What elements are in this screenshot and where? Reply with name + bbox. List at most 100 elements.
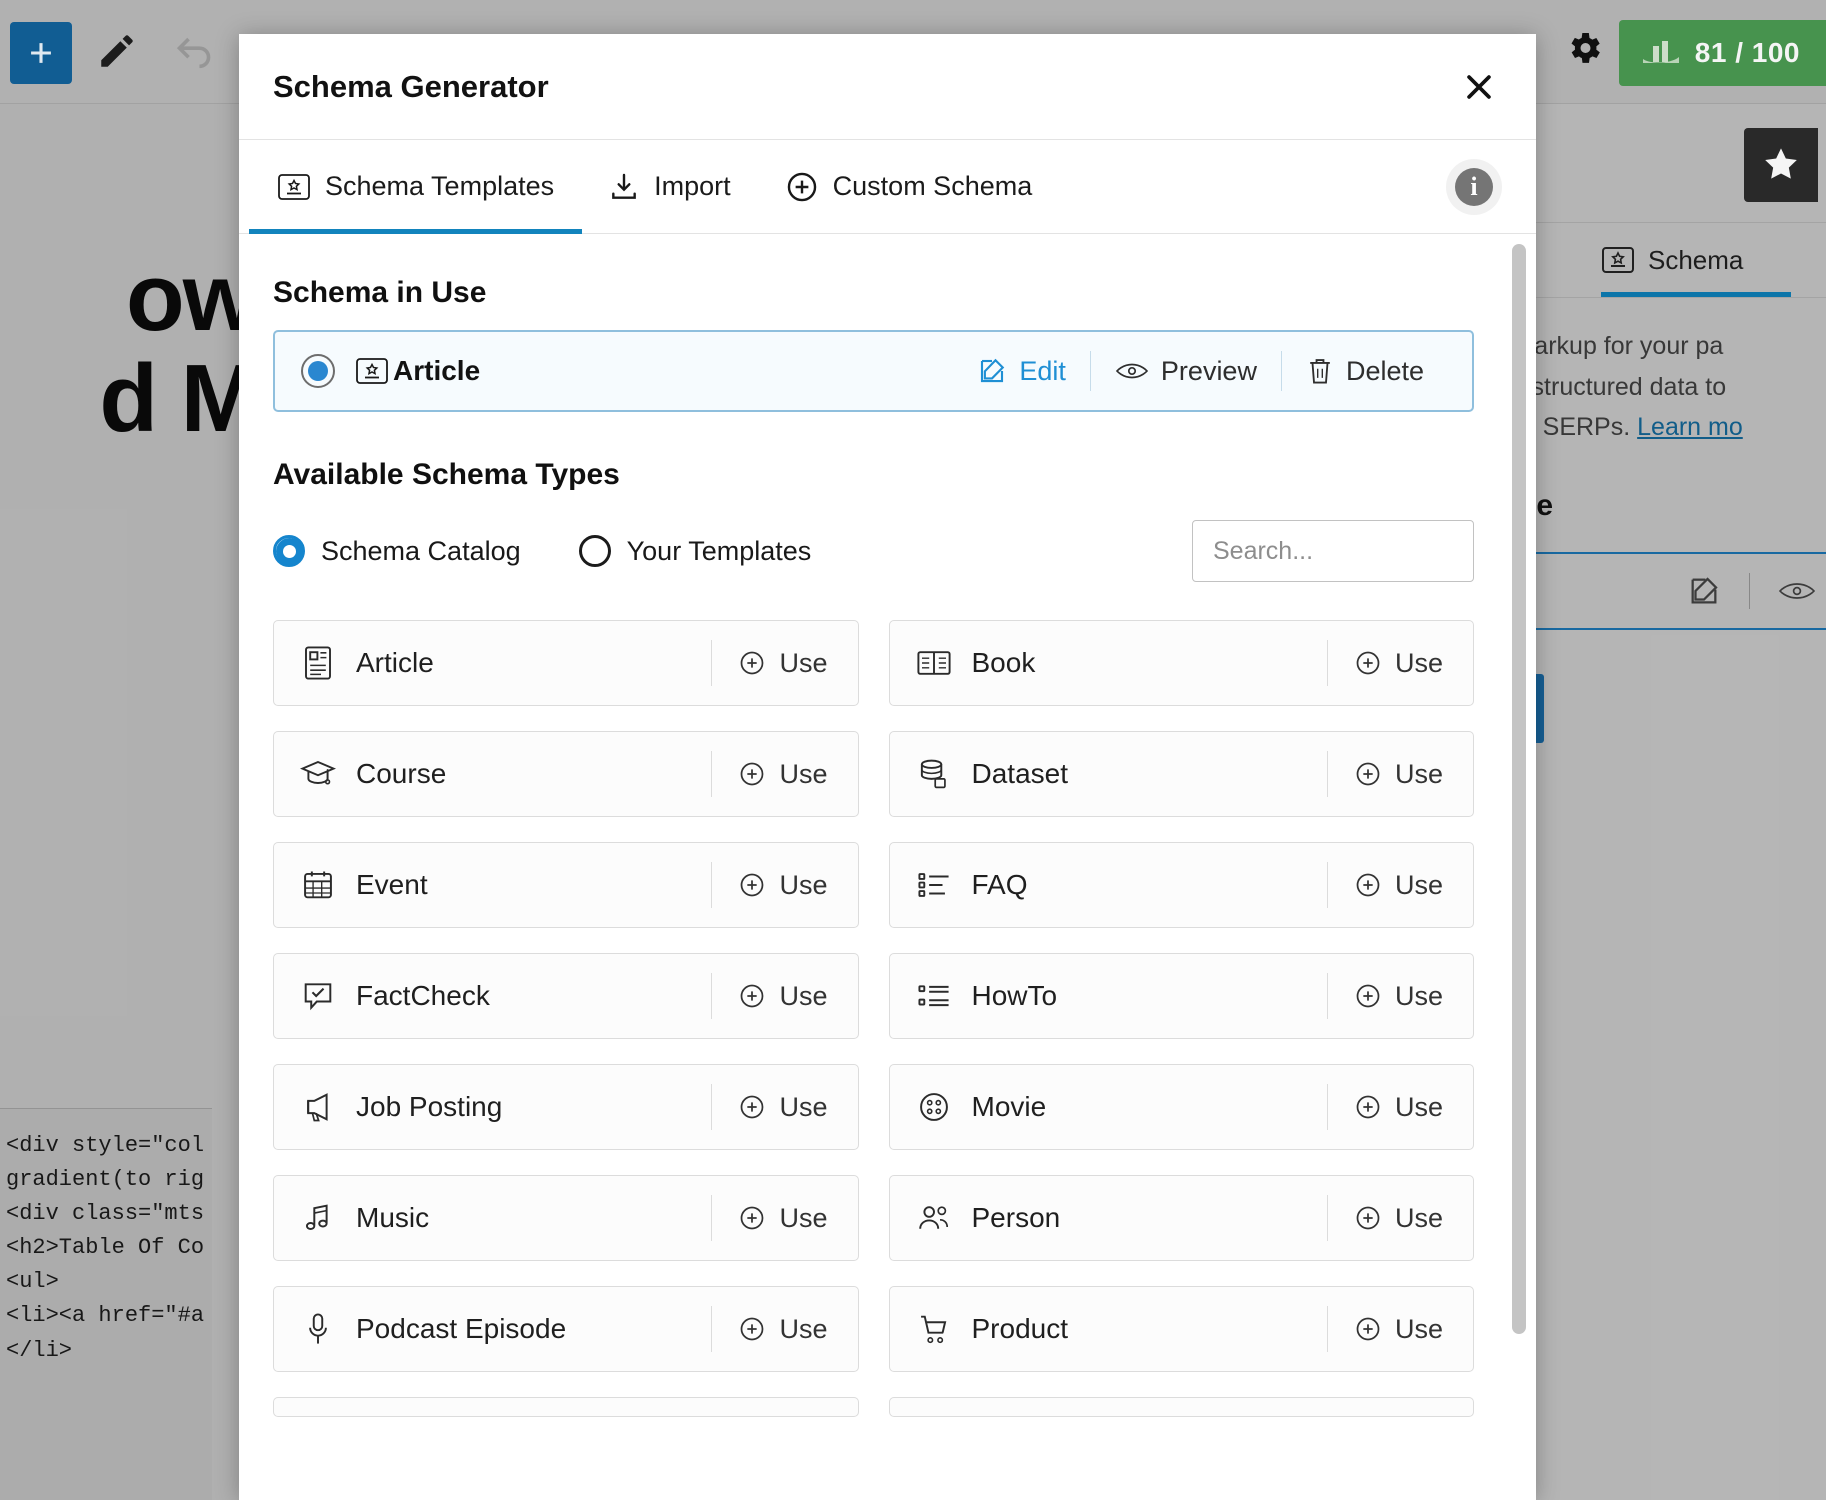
- modal-scrollbar[interactable]: [1512, 244, 1526, 1394]
- schema-type-card-book[interactable]: Book Use: [889, 620, 1475, 706]
- schema-type-card-person[interactable]: Person Use: [889, 1175, 1475, 1261]
- use-label: Use: [779, 981, 827, 1012]
- megaphone-icon: [300, 1089, 336, 1125]
- schema-type-card-course[interactable]: Course Use: [273, 731, 859, 817]
- use-button[interactable]: Use: [711, 1306, 853, 1352]
- modal-tabbar: Schema Templates Import Custom Schema i: [239, 140, 1536, 234]
- people-icon: [916, 1200, 952, 1236]
- use-button[interactable]: Use: [1327, 862, 1469, 908]
- tab-custom-schema[interactable]: Custom Schema: [785, 140, 1033, 234]
- schema-type-label: Job Posting: [356, 1091, 502, 1123]
- edit-button[interactable]: Edit: [953, 356, 1090, 387]
- radio-schema-catalog-ring: [273, 535, 305, 567]
- use-label: Use: [1395, 759, 1443, 790]
- schema-type-card-partial-left[interactable]: [273, 1397, 859, 1417]
- eye-icon: [1115, 359, 1149, 383]
- plus-circle-icon: [1354, 1204, 1382, 1232]
- schema-type-card-faq[interactable]: FAQ Use: [889, 842, 1475, 928]
- plus-circle-icon: [1354, 982, 1382, 1010]
- plus-circle-icon: [1354, 649, 1382, 677]
- radio-your-templates-label: Your Templates: [627, 536, 812, 567]
- use-label: Use: [1395, 1314, 1443, 1345]
- edit-icon: [977, 356, 1007, 386]
- schema-type-label: Product: [972, 1313, 1069, 1345]
- edit-label: Edit: [1019, 356, 1066, 387]
- plus-circle-icon: [785, 170, 819, 204]
- plus-circle-icon: [738, 1315, 766, 1343]
- dataset-icon: [916, 756, 952, 792]
- schema-type-card-article[interactable]: Article Use: [273, 620, 859, 706]
- schema-type-label: Article: [356, 647, 434, 679]
- schema-type-label: FAQ: [972, 869, 1028, 901]
- schema-type-card-product[interactable]: Product Use: [889, 1286, 1475, 1372]
- schema-type-card-podcast-episode[interactable]: Podcast Episode Use: [273, 1286, 859, 1372]
- use-button[interactable]: Use: [711, 1084, 853, 1130]
- trash-icon: [1306, 356, 1334, 386]
- schema-in-use-item[interactable]: Article Edit Preview: [273, 330, 1474, 412]
- modal-header: Schema Generator: [239, 34, 1536, 140]
- modal-body: Schema in Use Article: [239, 234, 1536, 1500]
- delete-button[interactable]: Delete: [1282, 356, 1448, 387]
- schema-type-card-partial-right[interactable]: [889, 1397, 1475, 1417]
- search-box[interactable]: [1192, 520, 1474, 582]
- schema-type-card-event[interactable]: Event Use: [273, 842, 859, 928]
- use-button[interactable]: Use: [1327, 973, 1469, 1019]
- search-input[interactable]: [1211, 536, 1455, 567]
- tab-import[interactable]: Import: [608, 140, 731, 234]
- schema-type-label: Event: [356, 869, 428, 901]
- preview-label: Preview: [1161, 356, 1257, 387]
- use-label: Use: [779, 648, 827, 679]
- schema-in-use-radio[interactable]: [301, 354, 335, 388]
- radio-your-templates-ring: [579, 535, 611, 567]
- use-button[interactable]: Use: [1327, 640, 1469, 686]
- schema-scroll-area[interactable]: Schema in Use Article: [273, 234, 1502, 1500]
- tab-import-label: Import: [654, 171, 731, 202]
- use-button[interactable]: Use: [1327, 1195, 1469, 1241]
- faq-list-icon: [916, 867, 952, 903]
- schema-type-card-music[interactable]: Music Use: [273, 1175, 859, 1261]
- plus-circle-icon: [738, 649, 766, 677]
- use-label: Use: [779, 1314, 827, 1345]
- use-button[interactable]: Use: [711, 862, 853, 908]
- schema-type-label: Dataset: [972, 758, 1069, 790]
- tab-schema-templates-label: Schema Templates: [325, 171, 554, 202]
- radio-your-templates[interactable]: Your Templates: [579, 535, 812, 567]
- preview-button[interactable]: Preview: [1091, 356, 1281, 387]
- radio-schema-catalog[interactable]: Schema Catalog: [273, 535, 521, 567]
- schema-type-card-factcheck[interactable]: FactCheck Use: [273, 953, 859, 1039]
- plus-circle-icon: [738, 760, 766, 788]
- tab-schema-templates[interactable]: Schema Templates: [277, 140, 554, 234]
- factcheck-icon: [300, 978, 336, 1014]
- use-button[interactable]: Use: [711, 751, 853, 797]
- use-button[interactable]: Use: [1327, 1084, 1469, 1130]
- schema-type-card-movie[interactable]: Movie Use: [889, 1064, 1475, 1150]
- page-title: Schema Generator: [273, 69, 549, 105]
- use-label: Use: [779, 870, 827, 901]
- use-button[interactable]: Use: [1327, 751, 1469, 797]
- use-button[interactable]: Use: [711, 640, 853, 686]
- schema-in-use-actions: Edit Preview Delete: [953, 351, 1448, 391]
- info-icon[interactable]: i: [1446, 159, 1502, 215]
- use-label: Use: [1395, 648, 1443, 679]
- use-button[interactable]: Use: [711, 1195, 853, 1241]
- plus-circle-icon: [1354, 1315, 1382, 1343]
- microphone-icon: [300, 1311, 336, 1347]
- music-note-icon: [300, 1200, 336, 1236]
- schema-type-label: Book: [972, 647, 1036, 679]
- schema-type-card-dataset[interactable]: Dataset Use: [889, 731, 1475, 817]
- schema-type-label: Movie: [972, 1091, 1047, 1123]
- book-icon: [916, 645, 952, 681]
- use-button[interactable]: Use: [711, 973, 853, 1019]
- course-icon: [300, 756, 336, 792]
- schema-icon: [355, 357, 389, 385]
- use-label: Use: [1395, 981, 1443, 1012]
- use-button[interactable]: Use: [1327, 1306, 1469, 1352]
- plus-circle-icon: [1354, 871, 1382, 899]
- plus-circle-icon: [738, 1204, 766, 1232]
- close-icon[interactable]: [1456, 64, 1502, 110]
- plus-circle-icon: [1354, 760, 1382, 788]
- schema-type-card-howto[interactable]: HowTo Use: [889, 953, 1475, 1039]
- schema-generator-modal: Schema Generator Schema Templates Import: [239, 34, 1536, 1500]
- schema-type-card-job-posting[interactable]: Job Posting Use: [273, 1064, 859, 1150]
- use-label: Use: [779, 759, 827, 790]
